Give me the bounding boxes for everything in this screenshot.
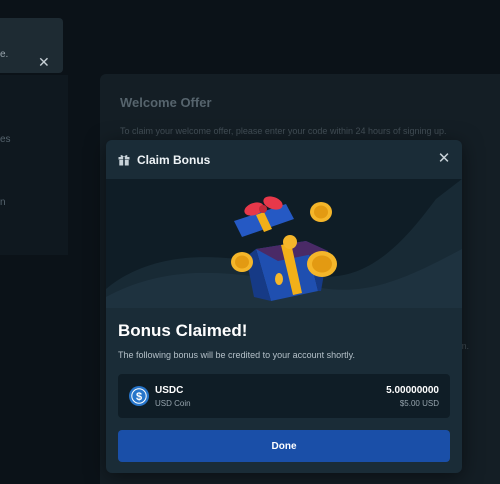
gift-illustration <box>106 179 462 308</box>
gift-icon <box>118 154 130 165</box>
background-toast: e. ✕ <box>0 18 63 73</box>
bonus-coin-row: $ USDC USD Coin 5.00000000 $5.00 USD <box>118 374 450 418</box>
svg-text:$: $ <box>136 391 142 403</box>
done-button[interactable]: Done <box>118 430 450 462</box>
modal-title: Claim Bonus <box>137 152 211 167</box>
modal-header: Claim Bonus ✕ <box>106 140 462 179</box>
coin-name: USD Coin <box>155 399 191 408</box>
bonus-claimed-description: The following bonus will be credited to … <box>118 350 355 360</box>
close-icon[interactable]: ✕ <box>436 151 452 167</box>
coin-amount: 5.00000000 <box>386 385 439 396</box>
background-side-fragment: es <box>0 134 11 145</box>
background-toast-text: e. <box>0 49 9 60</box>
coin-usd-value: $5.00 USD <box>399 399 439 408</box>
coin-symbol: USDC <box>155 385 184 396</box>
bonus-claimed-heading: Bonus Claimed! <box>118 321 248 340</box>
background-side-fragment: n <box>0 197 6 208</box>
usdc-coin-icon: $ <box>129 386 149 406</box>
background-card-description: To claim your welcome offer, please ente… <box>120 126 447 136</box>
background-card-title: Welcome Offer <box>120 95 212 110</box>
background-toast-close-icon: ✕ <box>38 54 50 70</box>
background-side-panel: es n <box>0 75 68 255</box>
claim-bonus-modal: Claim Bonus ✕ Bonus Claimed! The followi… <box>106 140 462 473</box>
bonus-illustration-banner <box>106 179 462 308</box>
